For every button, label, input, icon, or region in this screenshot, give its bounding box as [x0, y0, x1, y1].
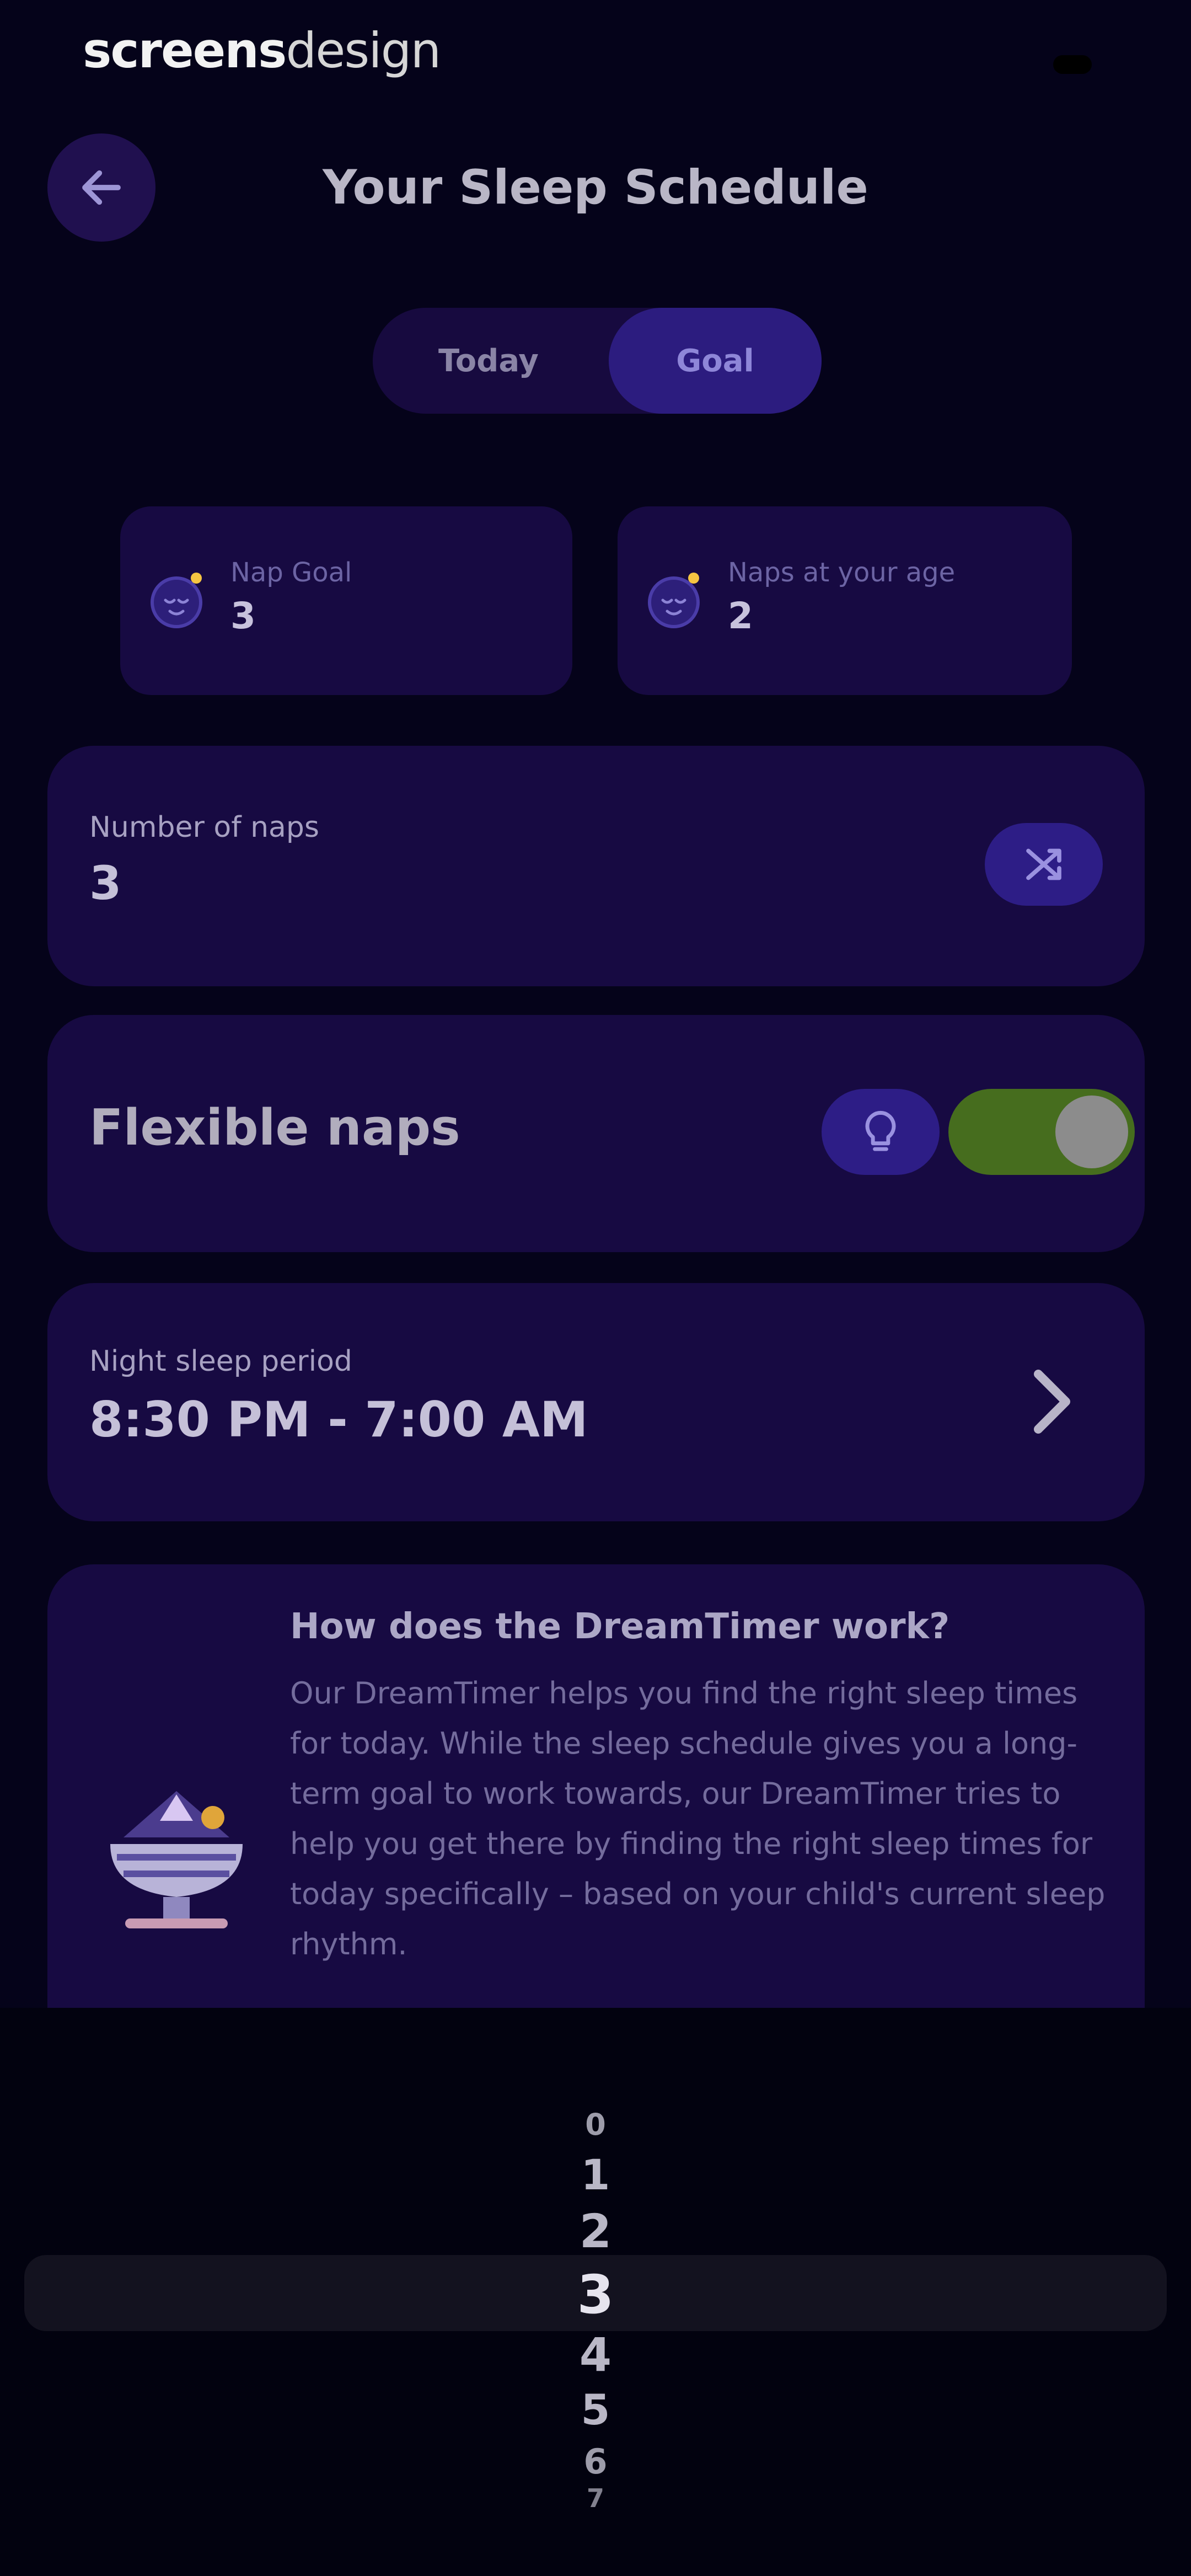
schedule-tab-switch: Today Goal — [373, 308, 822, 414]
flexible-naps-toggle[interactable] — [948, 1089, 1135, 1175]
flexible-naps-card: Flexible naps — [47, 1015, 1145, 1252]
nap-count-picker[interactable]: 0 1 2 3 4 5 6 7 — [0, 2008, 1191, 2576]
moon-face-icon — [151, 573, 202, 628]
tab-goal[interactable]: Goal — [609, 308, 822, 414]
sleep-schedule-screen: screensdesign Your Sleep Schedule Today … — [0, 0, 1191, 2576]
brand-logo-part2: design — [286, 22, 441, 79]
flexible-naps-info-button[interactable] — [822, 1089, 940, 1175]
picker-option-0[interactable]: 0 — [0, 2107, 1191, 2142]
status-indicator — [1053, 55, 1092, 74]
picker-option-2[interactable]: 2 — [0, 2204, 1191, 2258]
nap-goal-label: Nap Goal — [230, 557, 352, 588]
chevron-right-icon — [1034, 1370, 1070, 1434]
shuffle-icon — [1026, 848, 1061, 880]
picker-option-3-selected[interactable]: 3 — [0, 2264, 1191, 2326]
dreamtimer-info-title: How does the DreamTimer work? — [290, 1606, 950, 1647]
naps-at-age-value: 2 — [728, 595, 753, 637]
nap-goal-value: 3 — [230, 595, 256, 637]
moon-face-icon — [648, 573, 700, 628]
number-of-naps-value: 3 — [89, 856, 122, 910]
tab-today[interactable]: Today — [373, 308, 604, 414]
night-sleep-value: 8:30 PM - 7:00 AM — [89, 1391, 588, 1448]
flexible-naps-label: Flexible naps — [89, 1099, 460, 1157]
night-sleep-card[interactable]: Night sleep period 8:30 PM - 7:00 AM — [47, 1283, 1145, 1521]
shuffle-button[interactable] — [985, 823, 1103, 906]
naps-at-age-card: Naps at your age 2 — [618, 506, 1072, 695]
picker-option-5[interactable]: 5 — [0, 2385, 1191, 2434]
picker-option-7[interactable]: 7 — [0, 2483, 1191, 2513]
dreamtimer-info-body: Our DreamTimer helps you find the right … — [290, 1676, 1106, 1962]
picker-option-1[interactable]: 1 — [0, 2150, 1191, 2199]
cradle-illustration-icon — [110, 1791, 243, 1928]
number-of-naps-label: Number of naps — [89, 811, 319, 844]
naps-at-age-label: Naps at your age — [728, 557, 956, 588]
dreamtimer-info-card: How does the DreamTimer work? Our DreamT… — [47, 1564, 1145, 2061]
picker-option-4[interactable]: 4 — [0, 2328, 1191, 2382]
night-sleep-label: Night sleep period — [89, 1345, 352, 1378]
brand-logo-part1: screens — [83, 22, 287, 79]
number-of-naps-card[interactable]: Number of naps 3 — [47, 746, 1145, 986]
lightbulb-icon — [865, 1110, 896, 1151]
brand-logo: screensdesign — [83, 22, 441, 79]
toggle-knob — [1055, 1095, 1128, 1168]
picker-option-6[interactable]: 6 — [0, 2441, 1191, 2482]
nap-goal-card: Nap Goal 3 — [120, 506, 572, 695]
page-title: Your Sleep Schedule — [323, 160, 868, 215]
